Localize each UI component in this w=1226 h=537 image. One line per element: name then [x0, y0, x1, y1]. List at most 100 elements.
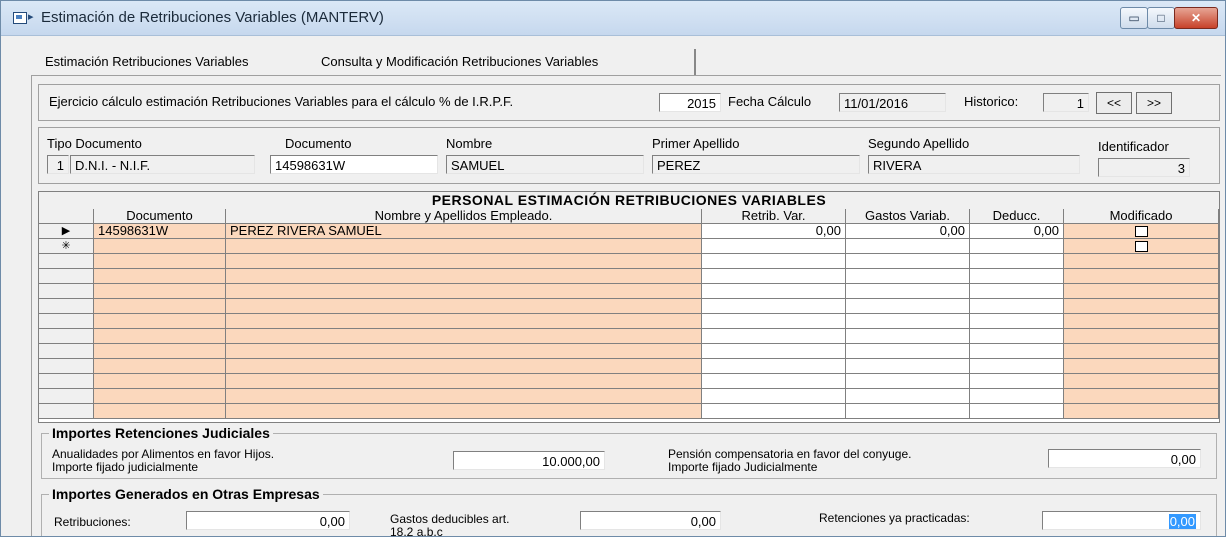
empty-cell[interactable]: [39, 254, 94, 269]
cell-retrib[interactable]: [702, 239, 846, 254]
empty-cell[interactable]: [94, 269, 226, 284]
maximize-button[interactable]: □: [1147, 7, 1175, 29]
documento-field[interactable]: 14598631W: [270, 155, 438, 174]
empty-cell[interactable]: [39, 314, 94, 329]
column-header-documento[interactable]: Documento: [94, 209, 226, 224]
empty-cell[interactable]: [94, 374, 226, 389]
empty-cell[interactable]: [226, 284, 702, 299]
cell-nombre[interactable]: [226, 239, 702, 254]
empty-cell[interactable]: [970, 329, 1064, 344]
empty-cell[interactable]: [970, 284, 1064, 299]
empty-cell[interactable]: [94, 314, 226, 329]
empty-cell[interactable]: [702, 359, 846, 374]
empty-cell[interactable]: [970, 314, 1064, 329]
tab-estimacion[interactable]: Estimación Retribuciones Variables: [31, 49, 308, 75]
empty-cell[interactable]: [846, 374, 970, 389]
empty-cell[interactable]: [94, 404, 226, 419]
cell-modificado[interactable]: [1064, 224, 1219, 239]
modificado-checkbox[interactable]: [1134, 226, 1148, 237]
table-row[interactable]: [39, 299, 1219, 314]
empty-cell[interactable]: [39, 329, 94, 344]
empty-cell[interactable]: [846, 254, 970, 269]
table-row[interactable]: [39, 404, 1219, 419]
empty-cell[interactable]: [970, 404, 1064, 419]
empty-cell[interactable]: [702, 389, 846, 404]
anualidades-field[interactable]: 10.000,00: [453, 451, 605, 470]
table-row[interactable]: ▶ 14598631W PEREZ RIVERA SAMUEL 0,00 0,0…: [39, 224, 1219, 239]
table-row[interactable]: [39, 284, 1219, 299]
empty-cell[interactable]: [94, 359, 226, 374]
empty-cell[interactable]: [226, 389, 702, 404]
empty-cell[interactable]: [94, 329, 226, 344]
cell-gastos[interactable]: 0,00: [846, 224, 970, 239]
cell-retrib[interactable]: 0,00: [702, 224, 846, 239]
close-button[interactable]: ✕: [1174, 7, 1218, 29]
table-row[interactable]: [39, 374, 1219, 389]
empty-cell[interactable]: [94, 389, 226, 404]
empty-cell[interactable]: [1064, 374, 1219, 389]
empty-cell[interactable]: [970, 254, 1064, 269]
empty-cell[interactable]: [39, 269, 94, 284]
empty-cell[interactable]: [702, 329, 846, 344]
empty-cell[interactable]: [1064, 404, 1219, 419]
column-header-deducc[interactable]: Deducc.: [970, 209, 1064, 224]
modificado-checkbox[interactable]: [1134, 241, 1148, 252]
retribuciones-field[interactable]: 0,00: [186, 511, 350, 530]
empty-cell[interactable]: [702, 314, 846, 329]
fecha-calculo-field[interactable]: 11/01/2016: [839, 93, 946, 112]
column-header-nombre[interactable]: Nombre y Apellidos Empleado.: [226, 209, 702, 224]
cell-documento[interactable]: 14598631W: [94, 224, 226, 239]
empty-cell[interactable]: [846, 314, 970, 329]
empty-cell[interactable]: [226, 344, 702, 359]
empty-cell[interactable]: [702, 404, 846, 419]
column-header-gastos[interactable]: Gastos Variab.: [846, 209, 970, 224]
empty-cell[interactable]: [94, 299, 226, 314]
tab-consulta-modificacion[interactable]: Consulta y Modificación Retribuciones Va…: [311, 49, 696, 75]
empty-cell[interactable]: [970, 359, 1064, 374]
empty-cell[interactable]: [39, 404, 94, 419]
empty-cell[interactable]: [846, 284, 970, 299]
empty-cell[interactable]: [970, 344, 1064, 359]
table-row[interactable]: [39, 314, 1219, 329]
empty-cell[interactable]: [1064, 329, 1219, 344]
ejercicio-field[interactable]: 2015: [659, 93, 721, 112]
next-button[interactable]: >>: [1136, 92, 1172, 114]
cell-modificado[interactable]: [1064, 239, 1219, 254]
gastos-deducibles-field[interactable]: 0,00: [580, 511, 721, 530]
table-row[interactable]: [39, 269, 1219, 284]
new-row[interactable]: ✳: [39, 239, 1219, 254]
empty-cell[interactable]: [970, 389, 1064, 404]
empty-cell[interactable]: [94, 284, 226, 299]
empty-cell[interactable]: [846, 389, 970, 404]
column-header-modificado[interactable]: Modificado: [1064, 209, 1219, 224]
empty-cell[interactable]: [39, 299, 94, 314]
empty-cell[interactable]: [226, 254, 702, 269]
empty-cell[interactable]: [39, 389, 94, 404]
empty-cell[interactable]: [702, 374, 846, 389]
empty-cell[interactable]: [846, 404, 970, 419]
empty-cell[interactable]: [226, 359, 702, 374]
empty-cell[interactable]: [846, 329, 970, 344]
nombre-field[interactable]: SAMUEL: [446, 155, 644, 174]
empty-cell[interactable]: [226, 269, 702, 284]
table-row[interactable]: [39, 254, 1219, 269]
pension-field[interactable]: 0,00: [1048, 449, 1201, 468]
table-row[interactable]: [39, 359, 1219, 374]
empty-cell[interactable]: [1064, 344, 1219, 359]
empty-cell[interactable]: [1064, 299, 1219, 314]
table-row[interactable]: [39, 329, 1219, 344]
empty-cell[interactable]: [39, 374, 94, 389]
minimize-button[interactable]: ▭: [1120, 7, 1148, 29]
empty-cell[interactable]: [39, 359, 94, 374]
cell-deducc[interactable]: 0,00: [970, 224, 1064, 239]
current-row-icon[interactable]: ▶: [39, 224, 94, 239]
empty-cell[interactable]: [1064, 254, 1219, 269]
empty-cell[interactable]: [1064, 389, 1219, 404]
empty-cell[interactable]: [226, 299, 702, 314]
empty-cell[interactable]: [970, 374, 1064, 389]
employees-grid[interactable]: PERSONAL ESTIMACIÓN RETRIBUCIONES VARIAB…: [38, 191, 1220, 423]
empty-cell[interactable]: [1064, 269, 1219, 284]
table-row[interactable]: [39, 344, 1219, 359]
empty-cell[interactable]: [702, 344, 846, 359]
primer-apellido-field[interactable]: PEREZ: [652, 155, 860, 174]
